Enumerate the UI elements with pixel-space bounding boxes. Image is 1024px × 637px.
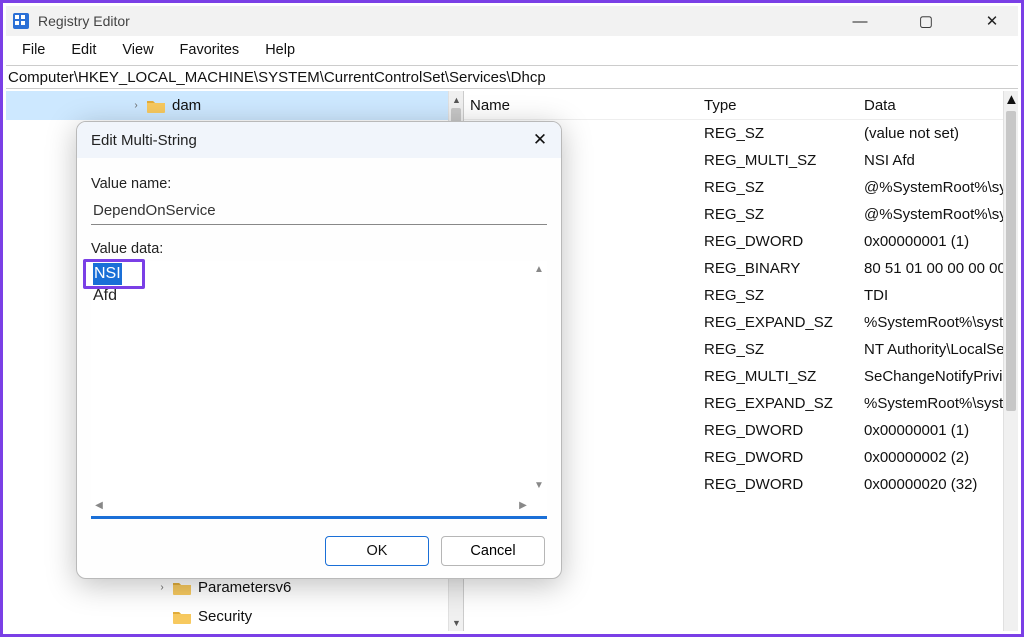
window-controls: — ▢ ✕ bbox=[842, 6, 1010, 36]
cell-data: NT Authority\LocalSe bbox=[858, 339, 1018, 360]
edit-multistring-dialog[interactable]: Edit Multi-String ✕ Value name: Value da… bbox=[76, 121, 562, 579]
cell-data: %SystemRoot%\syste bbox=[858, 393, 1018, 414]
cell-type: REG_MULTI_SZ bbox=[698, 366, 858, 387]
cell-data: 0x00000001 (1) bbox=[858, 231, 1018, 252]
textarea-hscroll[interactable]: ◀ ▶ bbox=[91, 497, 531, 513]
close-icon: ✕ bbox=[986, 12, 999, 30]
folder-icon bbox=[172, 580, 192, 596]
menu-edit[interactable]: Edit bbox=[59, 40, 108, 60]
chevron-right-icon[interactable]: › bbox=[154, 580, 170, 596]
list-header[interactable]: Name Type Data bbox=[464, 91, 1018, 120]
title-bar[interactable]: Registry Editor — ▢ ✕ bbox=[6, 6, 1018, 36]
value-name-field[interactable] bbox=[91, 198, 547, 225]
cell-data: TDI bbox=[858, 285, 1018, 306]
scroll-left-icon[interactable]: ◀ bbox=[91, 497, 107, 513]
value-data-line: Afd bbox=[93, 285, 527, 307]
dialog-buttons: OK Cancel bbox=[325, 536, 545, 566]
tree-label: Security bbox=[198, 608, 252, 625]
address-path: Computer\HKEY_LOCAL_MACHINE\SYSTEM\Curre… bbox=[8, 69, 546, 86]
scroll-down-icon[interactable]: ▼ bbox=[531, 477, 547, 493]
menu-favorites[interactable]: Favorites bbox=[168, 40, 252, 60]
cell-data: SeChangeNotifyPrivile bbox=[858, 366, 1018, 387]
tree-item-dam[interactable]: › dam bbox=[6, 91, 463, 120]
scroll-right-icon[interactable]: ▶ bbox=[515, 497, 531, 513]
cell-type: REG_DWORD bbox=[698, 231, 858, 252]
tree-item-security[interactable]: › Security bbox=[6, 602, 448, 631]
col-type[interactable]: Type bbox=[698, 93, 858, 118]
dialog-titlebar[interactable]: Edit Multi-String bbox=[77, 122, 561, 158]
dialog-body: Value name: Value data: NSI Afd ▲ ▼ ◀ ▶ bbox=[91, 170, 547, 522]
value-name-label: Value name: bbox=[91, 176, 547, 192]
cell-type: REG_DWORD bbox=[698, 420, 858, 441]
value-data-textarea[interactable]: NSI Afd ▲ ▼ ◀ ▶ bbox=[91, 261, 547, 513]
cell-type: REG_SZ bbox=[698, 285, 858, 306]
list-scrollbar[interactable]: ▲ ▼ bbox=[1003, 91, 1018, 631]
cell-type: REG_DWORD bbox=[698, 474, 858, 495]
cell-type: REG_EXPAND_SZ bbox=[698, 393, 858, 414]
folder-icon bbox=[172, 609, 192, 625]
minimize-button[interactable]: — bbox=[842, 9, 878, 33]
cell-type: REG_SZ bbox=[698, 204, 858, 225]
window-title: Registry Editor bbox=[38, 13, 130, 29]
cell-type: REG_BINARY bbox=[698, 258, 858, 279]
value-data-label: Value data: bbox=[91, 241, 547, 257]
cell-type: REG_DWORD bbox=[698, 447, 858, 468]
cell-type: REG_EXPAND_SZ bbox=[698, 312, 858, 333]
cell-type: REG_SZ bbox=[698, 339, 858, 360]
cell-data: 0x00000002 (2) bbox=[858, 447, 1018, 468]
menu-file[interactable]: File bbox=[10, 40, 57, 60]
close-button[interactable]: ✕ bbox=[974, 9, 1010, 33]
address-bar[interactable]: Computer\HKEY_LOCAL_MACHINE\SYSTEM\Curre… bbox=[6, 65, 1018, 89]
cell-type: REG_MULTI_SZ bbox=[698, 150, 858, 171]
scroll-up-icon[interactable]: ▲ bbox=[1004, 91, 1018, 108]
tree-label: Parametersv6 bbox=[198, 579, 291, 596]
registry-icon bbox=[12, 12, 30, 30]
cell-type: REG_SZ bbox=[698, 177, 858, 198]
scroll-up-icon[interactable]: ▲ bbox=[449, 91, 464, 108]
menu-bar: File Edit View Favorites Help bbox=[6, 36, 1018, 63]
cancel-button[interactable]: Cancel bbox=[441, 536, 545, 566]
menu-help[interactable]: Help bbox=[253, 40, 307, 60]
tree-label: dam bbox=[172, 97, 201, 114]
chevron-right-icon[interactable]: › bbox=[128, 98, 144, 114]
value-data-lines: NSI Afd bbox=[93, 263, 527, 489]
cell-type: REG_SZ bbox=[698, 123, 858, 144]
cell-data: (value not set) bbox=[858, 123, 1018, 144]
app-frame: Registry Editor — ▢ ✕ File Edit View Fav… bbox=[0, 0, 1024, 637]
close-icon: ✕ bbox=[533, 130, 547, 150]
dialog-close-button[interactable]: ✕ bbox=[527, 128, 553, 152]
value-data-line-selected: NSI bbox=[93, 263, 122, 285]
cell-data: @%SystemRoot%\sys bbox=[858, 204, 1018, 225]
scroll-thumb[interactable] bbox=[1006, 111, 1016, 411]
scroll-up-icon[interactable]: ▲ bbox=[531, 261, 547, 277]
scroll-down-icon[interactable]: ▼ bbox=[449, 614, 464, 631]
maximize-button[interactable]: ▢ bbox=[908, 9, 944, 33]
cell-data: @%SystemRoot%\sys bbox=[858, 177, 1018, 198]
dialog-title: Edit Multi-String bbox=[91, 132, 197, 149]
minimize-icon: — bbox=[853, 13, 868, 30]
cell-data: 0x00000020 (32) bbox=[858, 474, 1018, 495]
focus-indicator bbox=[91, 516, 547, 519]
ok-button[interactable]: OK bbox=[325, 536, 429, 566]
col-data[interactable]: Data bbox=[858, 93, 1018, 118]
maximize-icon: ▢ bbox=[919, 12, 933, 30]
cell-data: 0x00000001 (1) bbox=[858, 420, 1018, 441]
textarea-vscroll[interactable]: ▲ ▼ bbox=[531, 261, 547, 493]
menu-view[interactable]: View bbox=[110, 40, 165, 60]
cell-data: 80 51 01 00 00 00 00 bbox=[858, 258, 1018, 279]
folder-icon bbox=[146, 98, 166, 114]
cell-data: %SystemRoot%\syste bbox=[858, 312, 1018, 333]
cell-data: NSI Afd bbox=[858, 150, 1018, 171]
col-name[interactable]: Name bbox=[464, 93, 698, 118]
